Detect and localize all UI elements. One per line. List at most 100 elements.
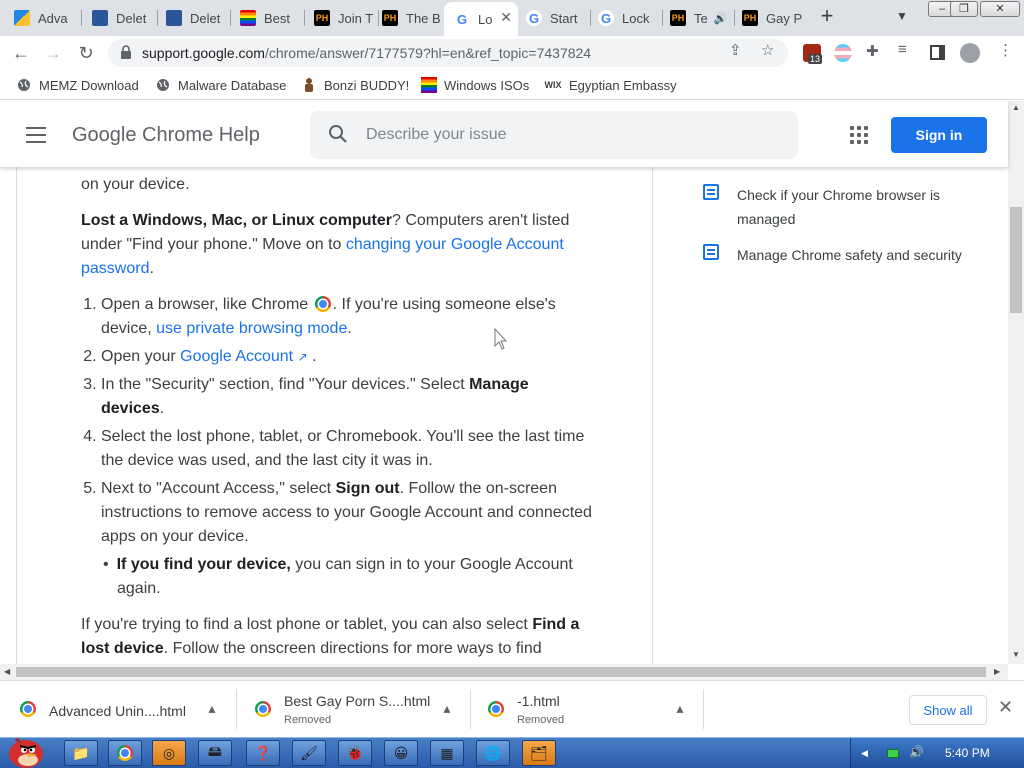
- hamburger-menu-icon[interactable]: [26, 127, 46, 143]
- back-button[interactable]: ←: [8, 40, 34, 66]
- ms-icon: [92, 10, 108, 26]
- scroll-up-arrow-icon[interactable]: ▲: [1012, 103, 1020, 112]
- sidebar-item-managed[interactable]: Check if your Chrome browser is managed: [703, 183, 993, 231]
- bookmark-egyptian-embassy[interactable]: WIX Egyptian Embassy: [544, 77, 677, 93]
- profile-avatar[interactable]: [960, 43, 980, 63]
- ph-icon: PH: [742, 10, 758, 26]
- google-account-link[interactable]: Google Account ↗: [180, 348, 307, 365]
- scrollbar-thumb[interactable]: [1010, 207, 1022, 313]
- scroll-left-arrow-icon[interactable]: ◀: [4, 667, 10, 676]
- download-item[interactable]: -1.html Removed ▼: [468, 689, 701, 729]
- tab-te[interactable]: PH Te 🔊: [660, 3, 734, 33]
- taskbar-emoji-icon[interactable]: 😀: [384, 740, 418, 766]
- share-icon[interactable]: ⇪: [729, 41, 742, 59]
- scroll-right-arrow-icon[interactable]: ▶: [994, 667, 1000, 676]
- article: on your device. Lost a Windows, Mac, or …: [16, 167, 653, 664]
- reload-button[interactable]: ↻: [73, 40, 99, 66]
- page-content: on your device. Lost a Windows, Mac, or …: [0, 167, 1008, 664]
- close-tab-icon[interactable]: ✕: [500, 9, 512, 26]
- taskbar-chrome-icon[interactable]: [108, 740, 142, 766]
- taskbar-network-icon[interactable]: 🌐: [476, 740, 510, 766]
- media-queue-icon[interactable]: ≡: [898, 41, 907, 58]
- show-all-button[interactable]: Show all: [909, 695, 987, 725]
- tab-gay-p[interactable]: PH Gay P: [732, 3, 806, 33]
- bonzi-icon: [301, 77, 317, 93]
- lock-icon[interactable]: [120, 45, 132, 59]
- bookmark-windows-isos[interactable]: Windows ISOs: [421, 77, 529, 93]
- download-item[interactable]: Best Gay Porn S....html Removed ▼: [235, 689, 468, 729]
- tab-best[interactable]: Best: [230, 3, 304, 33]
- mouse-cursor-icon: [494, 328, 508, 350]
- list-item: Select the lost phone, tablet, or Chrome…: [101, 425, 593, 473]
- tab-delete-1[interactable]: Delet: [82, 3, 156, 33]
- angry-bird-start-icon[interactable]: [4, 734, 46, 768]
- volume-icon[interactable]: 🔊: [909, 745, 924, 759]
- google-icon: G: [598, 10, 614, 26]
- forward-button[interactable]: →: [40, 40, 66, 66]
- sign-in-button[interactable]: Sign in: [891, 117, 987, 153]
- chevron-up-icon[interactable]: ▼: [674, 703, 686, 717]
- extension-badge: 13: [808, 54, 823, 64]
- download-item[interactable]: Advanced Unin....html ▼: [0, 689, 233, 729]
- tab-lock[interactable]: G Lock: [588, 3, 662, 33]
- help-center-header: Google Chrome Help Sign in: [0, 101, 1008, 167]
- new-tab-button[interactable]: +: [816, 5, 838, 27]
- list-item: If you find your device, you can sign in…: [117, 553, 593, 601]
- scrollbar-thumb[interactable]: [16, 667, 986, 677]
- taskbar-help-icon[interactable]: ❓: [246, 740, 280, 766]
- taskbar-drive-icon[interactable]: 🖴: [198, 740, 232, 766]
- bookmark-bonzi-buddy[interactable]: Bonzi BUDDY!: [301, 77, 409, 93]
- ph-icon: PH: [670, 10, 686, 26]
- chevron-up-icon[interactable]: ▼: [206, 703, 218, 717]
- restore-button[interactable]: ❐: [950, 1, 978, 17]
- private-browsing-link[interactable]: use private browsing mode: [156, 320, 347, 337]
- bookmarks-bar: MEMZ Download Malware Database Bonzi BUD…: [0, 70, 1024, 100]
- taskbar-paint-icon[interactable]: 🖌: [292, 740, 326, 766]
- related-articles-sidebar: Check if your Chrome browser is managed …: [703, 167, 993, 279]
- bookmark-malware-database[interactable]: Malware Database: [155, 77, 286, 93]
- tab-delete-2[interactable]: Delet: [156, 3, 230, 33]
- close-icon[interactable]: ✕: [998, 697, 1013, 718]
- taskbar-app-icon[interactable]: ◎: [152, 740, 186, 766]
- address-bar[interactable]: support.google.com/chrome/answer/7177579…: [108, 39, 788, 67]
- bookmark-memz[interactable]: MEMZ Download: [16, 77, 139, 93]
- tab-join[interactable]: PH Join T: [304, 3, 378, 33]
- google-icon: G: [526, 10, 542, 26]
- taskbar-office-icon[interactable]: ▦: [430, 740, 464, 766]
- clock[interactable]: 5:40 PM: [945, 746, 990, 760]
- taskbar-dev-icon[interactable]: 🐞: [338, 740, 372, 766]
- tab-the-b[interactable]: PH The B: [372, 3, 446, 33]
- search-box[interactable]: [310, 111, 798, 159]
- tab-title: Gay P: [766, 10, 803, 26]
- tab-start[interactable]: G Start: [516, 3, 590, 33]
- chevron-up-icon[interactable]: ▼: [441, 703, 453, 717]
- sidebar-item-safety[interactable]: Manage Chrome safety and security: [703, 243, 993, 267]
- taskbar-explorer-icon[interactable]: 🗂: [522, 740, 556, 766]
- tab-lost-device-active[interactable]: G Lo ✕: [444, 2, 518, 36]
- tab-title: Te: [694, 10, 708, 26]
- vertical-scrollbar[interactable]: ▲ ▼: [1008, 101, 1024, 664]
- rainbow-flag-icon: [240, 10, 256, 26]
- google-apps-grid-icon[interactable]: [850, 126, 868, 144]
- rainbow-flag-icon: [421, 77, 437, 93]
- show-hidden-icons-icon[interactable]: ◀: [861, 748, 868, 759]
- scroll-down-arrow-icon[interactable]: ▼: [1012, 650, 1020, 659]
- battery-icon[interactable]: [887, 749, 899, 758]
- list-item: In the "Security" section, find "Your de…: [101, 373, 593, 421]
- search-input[interactable]: [366, 123, 766, 147]
- tab-advanced-uninstaller[interactable]: Adva: [4, 3, 78, 33]
- page-title[interactable]: Google Chrome Help: [72, 124, 260, 147]
- trans-flag-extension-icon[interactable]: [834, 44, 852, 62]
- taskbar-folder-icon[interactable]: 📁: [64, 740, 98, 766]
- tab-title: The B: [406, 10, 441, 26]
- puzzle-extensions-icon[interactable]: ✚: [866, 42, 879, 60]
- horizontal-scrollbar[interactable]: ◀ ▶: [0, 664, 1008, 680]
- tab-search-chevron-icon[interactable]: ▼: [896, 9, 908, 23]
- bookmark-star-icon[interactable]: ☆: [761, 41, 774, 59]
- ph-icon: PH: [314, 10, 330, 26]
- close-window-button[interactable]: ✕: [980, 1, 1020, 17]
- side-panel-icon[interactable]: [930, 45, 945, 60]
- menu-kebab-icon[interactable]: ⋮: [998, 41, 1013, 59]
- speaker-icon[interactable]: 🔊: [714, 12, 728, 25]
- url-text: support.google.com/chrome/answer/7177579…: [142, 45, 592, 61]
